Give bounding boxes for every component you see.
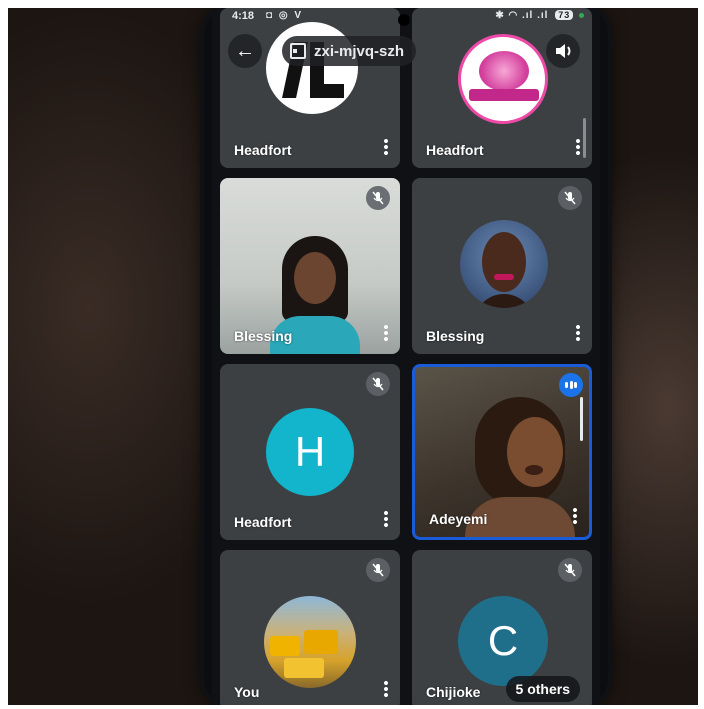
avatar-initial: C	[487, 617, 519, 664]
muted-mic-icon	[366, 558, 390, 582]
photo-background: 4:18 ◘ ◎ V ✱ ◠ .ıl .ıl 73 ← zxi-mjvq-szh	[8, 8, 698, 705]
participant-tile-adeyemi[interactable]: Adeyemi	[412, 364, 592, 540]
tile-name: Headfort	[426, 142, 484, 158]
participant-tile-headfort-3[interactable]: H Headfort	[220, 364, 400, 540]
muted-mic-icon	[366, 372, 390, 396]
signal-icons: ✱ ◠ .ıl .ıl	[495, 10, 549, 21]
status-time: 4:18	[232, 10, 255, 22]
participant-tile-blessing-video[interactable]: Blessing	[220, 178, 400, 354]
tile-name: Chijioke	[426, 684, 481, 700]
speaker-icon	[556, 44, 571, 58]
participant-tile-you[interactable]: You	[220, 550, 400, 705]
tile-name: Headfort	[234, 142, 292, 158]
others-count-chip[interactable]: 5 others	[505, 676, 580, 702]
more-options-icon[interactable]	[576, 138, 580, 156]
arrow-left-icon: ←	[235, 40, 255, 62]
status-notification-icons: ◘ ◎ V	[266, 10, 303, 21]
audio-output-button[interactable]	[546, 34, 580, 68]
participant-tile-blessing-avatar[interactable]: Blessing	[412, 178, 592, 354]
status-system-icons: ✱ ◠ .ıl .ıl 73	[495, 10, 584, 21]
meeting-info-chip[interactable]: zxi-mjvq-szh	[282, 36, 417, 66]
call-top-bar: ← zxi-mjvq-szh	[212, 32, 600, 68]
more-options-icon[interactable]	[384, 680, 388, 698]
profile-photo-avatar	[460, 220, 548, 308]
letter-avatar: H	[266, 408, 354, 496]
battery-icon: 73	[555, 10, 574, 20]
front-camera	[398, 14, 410, 26]
more-options-icon[interactable]	[573, 507, 577, 525]
back-button[interactable]: ←	[228, 34, 262, 68]
tile-scroll-handle[interactable]	[580, 397, 583, 441]
calendar-icon	[290, 43, 306, 59]
participant-tile-chijioke[interactable]: C Chijioke 5 others	[412, 550, 592, 705]
avatar-initial: H	[294, 428, 326, 475]
more-options-icon[interactable]	[384, 510, 388, 528]
more-options-icon[interactable]	[384, 138, 388, 156]
tile-name: You	[234, 684, 260, 700]
muted-mic-icon	[558, 558, 582, 582]
phone-device: 4:18 ◘ ◎ V ✱ ◠ .ıl .ıl 73 ← zxi-mjvq-szh	[204, 8, 608, 705]
muted-mic-icon	[366, 186, 390, 210]
meeting-code: zxi-mjvq-szh	[314, 42, 405, 60]
grid-scrollbar[interactable]	[583, 118, 586, 158]
letter-avatar: C	[458, 596, 548, 686]
mic-in-use-dot	[579, 12, 584, 18]
tile-name: Blessing	[234, 328, 293, 344]
meet-screen: 4:18 ◘ ◎ V ✱ ◠ .ıl .ıl 73 ← zxi-mjvq-szh	[212, 8, 600, 705]
speaking-indicator-icon	[559, 373, 583, 397]
tile-name: Blessing	[426, 328, 485, 344]
muted-mic-icon	[558, 186, 582, 210]
more-options-icon[interactable]	[384, 324, 388, 342]
tile-name: Headfort	[234, 514, 292, 530]
profile-photo-avatar	[264, 596, 356, 688]
status-bar: 4:18 ◘ ◎ V ✱ ◠ .ıl .ıl 73	[212, 8, 600, 32]
tile-name: Adeyemi	[429, 511, 488, 527]
more-options-icon[interactable]	[576, 324, 580, 342]
